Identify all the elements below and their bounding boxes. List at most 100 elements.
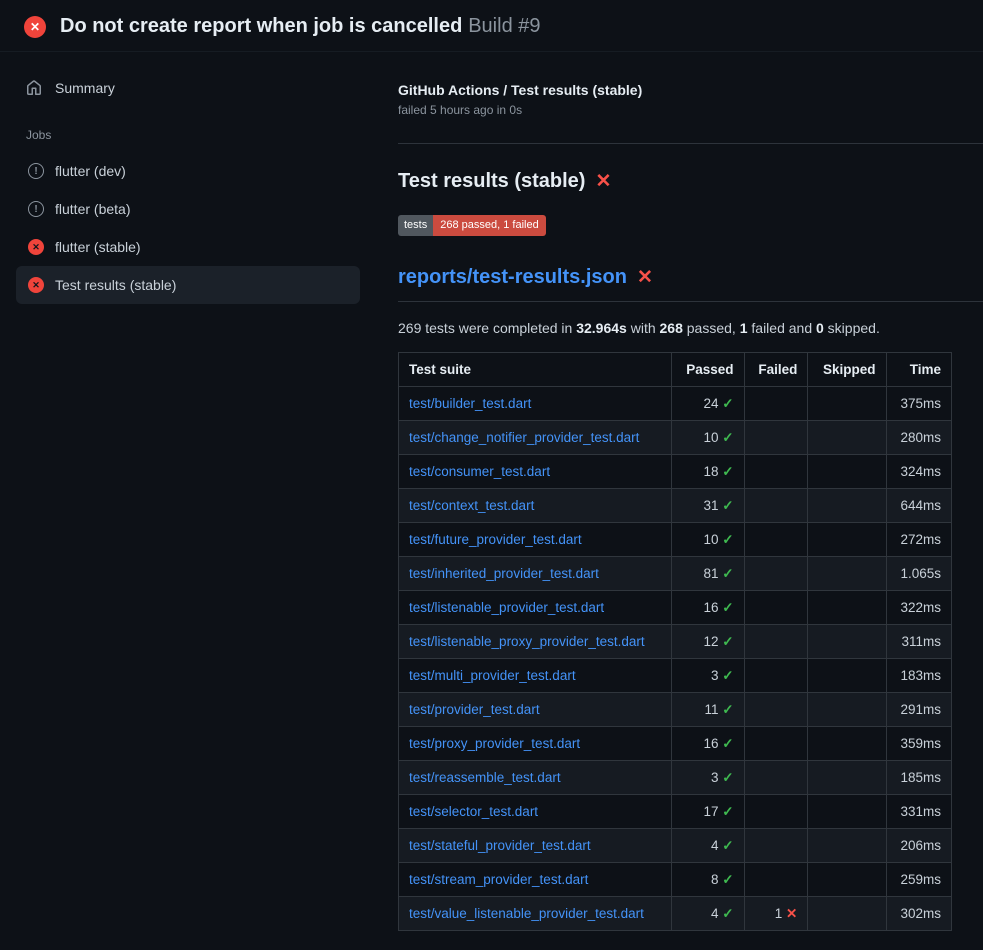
time-cell: 324ms [886, 455, 951, 489]
skipped-cell [808, 863, 886, 897]
sidebar-item-test-results-stable[interactable]: ✕ Test results (stable) [16, 266, 360, 304]
column-header: Skipped [808, 353, 886, 387]
failed-cell [744, 659, 808, 693]
check-icon: ✓ [722, 770, 733, 785]
table-row: test/inherited_provider_test.dart81 ✓1.0… [399, 557, 952, 591]
time-cell: 331ms [886, 795, 951, 829]
test-suite-link[interactable]: test/selector_test.dart [409, 804, 538, 819]
check-icon: ✓ [722, 600, 733, 615]
skipped-cell [808, 523, 886, 557]
table-header-row: Test suitePassedFailedSkippedTime [399, 353, 952, 387]
test-suite-link[interactable]: test/change_notifier_provider_test.dart [409, 430, 639, 445]
time-cell: 206ms [886, 829, 951, 863]
suite-cell: test/stateful_provider_test.dart [399, 829, 672, 863]
jobs-section-label: Jobs [26, 128, 360, 142]
suite-cell: test/value_listenable_provider_test.dart [399, 897, 672, 931]
suite-cell: test/reassemble_test.dart [399, 761, 672, 795]
failed-cell [744, 795, 808, 829]
passed-cell: 81 ✓ [671, 557, 744, 591]
column-header: Passed [671, 353, 744, 387]
sidebar-item-summary[interactable]: Summary [16, 70, 360, 106]
time-cell: 259ms [886, 863, 951, 897]
test-suite-link[interactable]: test/stateful_provider_test.dart [409, 838, 591, 853]
test-suite-link[interactable]: test/value_listenable_provider_test.dart [409, 906, 644, 921]
run-status-line: failed 5 hours ago in 0s [398, 103, 983, 117]
table-row: test/stateful_provider_test.dart4 ✓206ms [399, 829, 952, 863]
passed-cell: 11 ✓ [671, 693, 744, 727]
job-label: Test results (stable) [55, 277, 176, 293]
check-icon: ✓ [722, 804, 733, 819]
sidebar-item-flutter-stable[interactable]: ✕ flutter (stable) [16, 228, 360, 266]
failed-cell [744, 625, 808, 659]
job-label: flutter (dev) [55, 163, 126, 179]
failed-cell: 1 ✕ [744, 897, 808, 931]
failed-cell [744, 761, 808, 795]
table-row: test/selector_test.dart 17 ✓ 331ms [399, 795, 952, 829]
check-run-header: ✕ Do not create report when job is cance… [0, 0, 983, 52]
test-suite-link[interactable]: test/multi_provider_test.dart [409, 668, 576, 683]
passed-cell: 16 ✓ [671, 727, 744, 761]
test-suite-link[interactable]: test/proxy_provider_test.dart [409, 736, 580, 751]
passed-cell: 3 ✓ [671, 761, 744, 795]
test-suite-link[interactable]: test/reassemble_test.dart [409, 770, 561, 785]
job-label: flutter (stable) [55, 239, 141, 255]
check-icon: ✓ [722, 872, 733, 887]
test-suite-link[interactable]: test/consumer_test.dart [409, 464, 550, 479]
test-suite-link[interactable]: test/context_test.dart [409, 498, 534, 513]
passed-cell: 3 ✓ [671, 659, 744, 693]
suite-cell: test/provider_test.dart [399, 693, 672, 727]
divider [398, 143, 983, 144]
failed-cell [744, 829, 808, 863]
test-suite-link[interactable]: test/future_provider_test.dart [409, 532, 582, 547]
suite-cell: test/consumer_test.dart [399, 455, 672, 489]
suite-cell: test/selector_test.dart [399, 795, 672, 829]
sidebar-summary-label: Summary [55, 80, 115, 96]
run-build-number: Build #9 [468, 15, 540, 37]
check-icon: ✓ [722, 838, 733, 853]
failed-cell [744, 863, 808, 897]
test-suite-link[interactable]: test/listenable_provider_test.dart [409, 600, 604, 615]
time-cell: 183ms [886, 659, 951, 693]
badge-label: tests [398, 215, 433, 236]
column-header: Time [886, 353, 951, 387]
check-icon: ✓ [722, 668, 733, 683]
table-row: test/stream_provider_test.dart 8 ✓ 259ms [399, 863, 952, 897]
test-summary-line: 269 tests were completed in 32.964s with… [398, 320, 983, 336]
sidebar-item-flutter-beta[interactable]: ! flutter (beta) [16, 190, 360, 228]
check-icon: ✓ [722, 532, 733, 547]
time-cell: 185ms [886, 761, 951, 795]
suite-cell: test/future_provider_test.dart [399, 523, 672, 557]
table-row: test/proxy_provider_test.dart16 ✓359ms [399, 727, 952, 761]
skipped-cell [808, 761, 886, 795]
skipped-cell [808, 727, 886, 761]
table-row: test/future_provider_test.dart10 ✓272ms [399, 523, 952, 557]
table-row: test/change_notifier_provider_test.dart 1… [399, 421, 952, 455]
failed-status-icon: ✕ [28, 239, 44, 255]
test-suite-link[interactable]: test/stream_provider_test.dart [409, 872, 588, 887]
failed-status-icon: ✕ [24, 16, 46, 38]
passed-cell: 8 ✓ [671, 863, 744, 897]
test-table-body: test/builder_test.dart24 ✓375mstest/chan… [399, 387, 952, 931]
test-suite-link[interactable]: test/listenable_proxy_provider_test.dart [409, 634, 645, 649]
tests-badge: tests 268 passed, 1 failed [398, 215, 546, 236]
passed-cell: 10 ✓ [671, 421, 744, 455]
report-file-link[interactable]: reports/test-results.json [398, 266, 627, 289]
check-icon: ✓ [722, 396, 733, 411]
passed-cell: 17 ✓ [671, 795, 744, 829]
skipped-cell [808, 421, 886, 455]
skipped-cell [808, 591, 886, 625]
passed-cell: 18 ✓ [671, 455, 744, 489]
sidebar-item-flutter-dev[interactable]: ! flutter (dev) [16, 152, 360, 190]
test-suite-link[interactable]: test/builder_test.dart [409, 396, 531, 411]
failed-status-icon: ✕ [28, 277, 44, 293]
check-icon: ✓ [722, 498, 733, 513]
failed-cell [744, 489, 808, 523]
skipped-cell [808, 455, 886, 489]
table-row: test/listenable_proxy_provider_test.dart… [399, 625, 952, 659]
time-cell: 272ms [886, 523, 951, 557]
badge-value: 268 passed, 1 failed [433, 215, 545, 236]
run-title: Do not create report when job is cancell… [60, 15, 462, 37]
test-suite-link[interactable]: test/provider_test.dart [409, 702, 540, 717]
test-suite-link[interactable]: test/inherited_provider_test.dart [409, 566, 599, 581]
passed-cell: 31 ✓ [671, 489, 744, 523]
